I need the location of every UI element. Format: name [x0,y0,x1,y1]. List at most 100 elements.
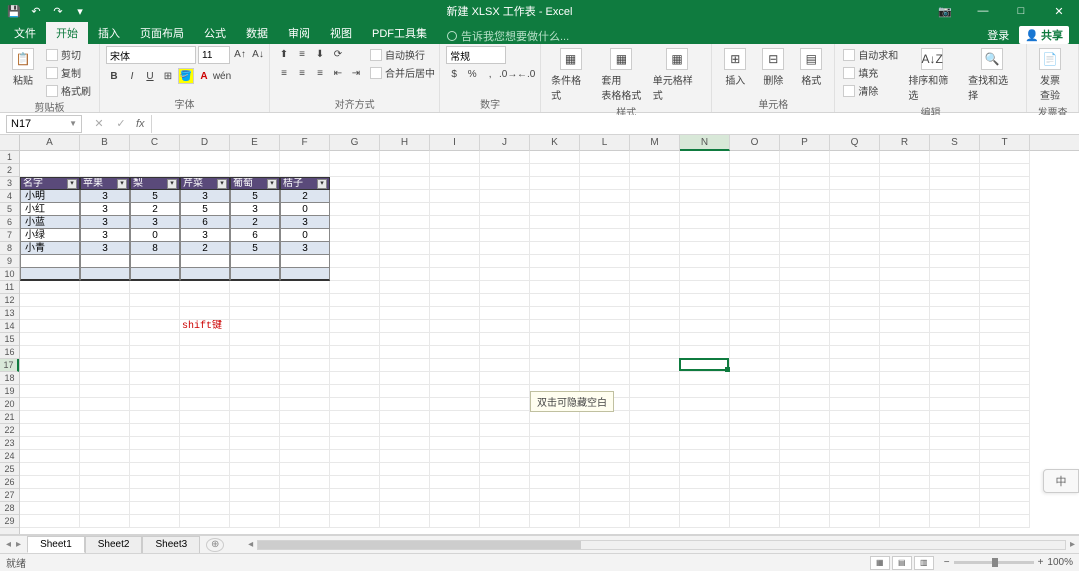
cell[interactable] [430,359,480,372]
cell[interactable] [180,359,230,372]
cell[interactable] [380,281,430,294]
sheet-nav-first[interactable]: ◂ [4,539,13,550]
cell[interactable] [80,476,130,489]
cell[interactable] [680,268,730,281]
cell[interactable] [530,242,580,255]
cell[interactable] [430,151,480,164]
cell[interactable] [730,463,780,476]
cell[interactable] [480,164,530,177]
cell[interactable] [430,385,480,398]
cell[interactable] [980,229,1030,242]
cell[interactable] [730,450,780,463]
cell[interactable] [230,320,280,333]
cell[interactable] [880,411,930,424]
cell[interactable] [730,489,780,502]
cell[interactable] [180,281,230,294]
cell[interactable] [880,151,930,164]
fill-color-button[interactable]: 🪣 [178,68,194,84]
cell[interactable] [930,190,980,203]
cell[interactable] [580,164,630,177]
cell[interactable] [130,346,180,359]
cell[interactable] [230,424,280,437]
cell[interactable] [530,268,580,281]
cell[interactable] [980,203,1030,216]
cell[interactable] [330,268,380,281]
cell[interactable] [680,437,730,450]
orientation-button[interactable]: ⟳ [330,46,346,62]
cell[interactable]: 5 [130,190,180,203]
cell[interactable] [780,385,830,398]
cell[interactable] [830,515,880,528]
cell[interactable] [830,411,880,424]
cell[interactable]: 小蓝 [20,216,80,229]
column-header[interactable]: B [80,135,130,151]
cell[interactable] [430,476,480,489]
cell[interactable] [880,164,930,177]
cell[interactable] [130,502,180,515]
cell[interactable] [80,255,130,268]
cell[interactable] [430,242,480,255]
cell[interactable] [780,216,830,229]
column-header[interactable]: F [280,135,330,151]
cell[interactable] [530,424,580,437]
cell[interactable] [20,359,80,372]
cell[interactable] [430,255,480,268]
cell[interactable] [730,151,780,164]
cell[interactable] [380,255,430,268]
cell[interactable] [930,437,980,450]
cell[interactable] [580,463,630,476]
cell[interactable] [730,502,780,515]
zoom-in-button[interactable]: + [1038,557,1044,568]
cell[interactable] [830,203,880,216]
cell[interactable]: 葡萄▾ [230,177,280,190]
cell[interactable] [330,398,380,411]
cell[interactable] [880,450,930,463]
cell[interactable] [780,255,830,268]
cell[interactable] [530,463,580,476]
column-header[interactable]: E [230,135,280,151]
cell[interactable] [330,255,380,268]
cell[interactable] [580,294,630,307]
cell[interactable] [580,177,630,190]
underline-button[interactable]: U [142,68,158,84]
redo-icon[interactable]: ↷ [48,2,68,20]
sheet-tab[interactable]: Sheet1 [27,536,85,553]
cell[interactable] [480,476,530,489]
phonetic-button[interactable]: wén [214,68,230,84]
cell[interactable] [980,164,1030,177]
cell[interactable] [80,502,130,515]
cell[interactable] [330,450,380,463]
cell[interactable] [980,489,1030,502]
cell[interactable] [130,333,180,346]
enter-formula-button[interactable]: ✓ [110,115,132,133]
filter-arrow-icon[interactable]: ▾ [117,179,127,189]
cell[interactable] [630,177,680,190]
cell[interactable] [180,294,230,307]
cell[interactable] [20,346,80,359]
account-icon[interactable]: 📷 [927,1,963,21]
cell[interactable] [130,463,180,476]
cell[interactable] [230,333,280,346]
cell[interactable] [180,255,230,268]
minimize-button[interactable]: — [965,1,1001,21]
cell[interactable] [580,450,630,463]
cell[interactable] [830,255,880,268]
cell[interactable] [430,320,480,333]
cell[interactable] [530,294,580,307]
cell[interactable] [480,398,530,411]
cell[interactable] [830,281,880,294]
find-select-button[interactable]: 🔍查找和选择 [964,46,1020,104]
cell[interactable] [230,502,280,515]
cell[interactable] [180,450,230,463]
cell[interactable] [680,372,730,385]
cell[interactable] [580,411,630,424]
cell[interactable] [580,151,630,164]
row-header[interactable]: 4 [0,190,19,203]
cell[interactable] [980,385,1030,398]
cell[interactable] [630,476,680,489]
cell[interactable] [980,359,1030,372]
cell[interactable] [480,229,530,242]
cell[interactable] [830,164,880,177]
cell[interactable] [930,411,980,424]
row-header[interactable]: 15 [0,333,19,346]
